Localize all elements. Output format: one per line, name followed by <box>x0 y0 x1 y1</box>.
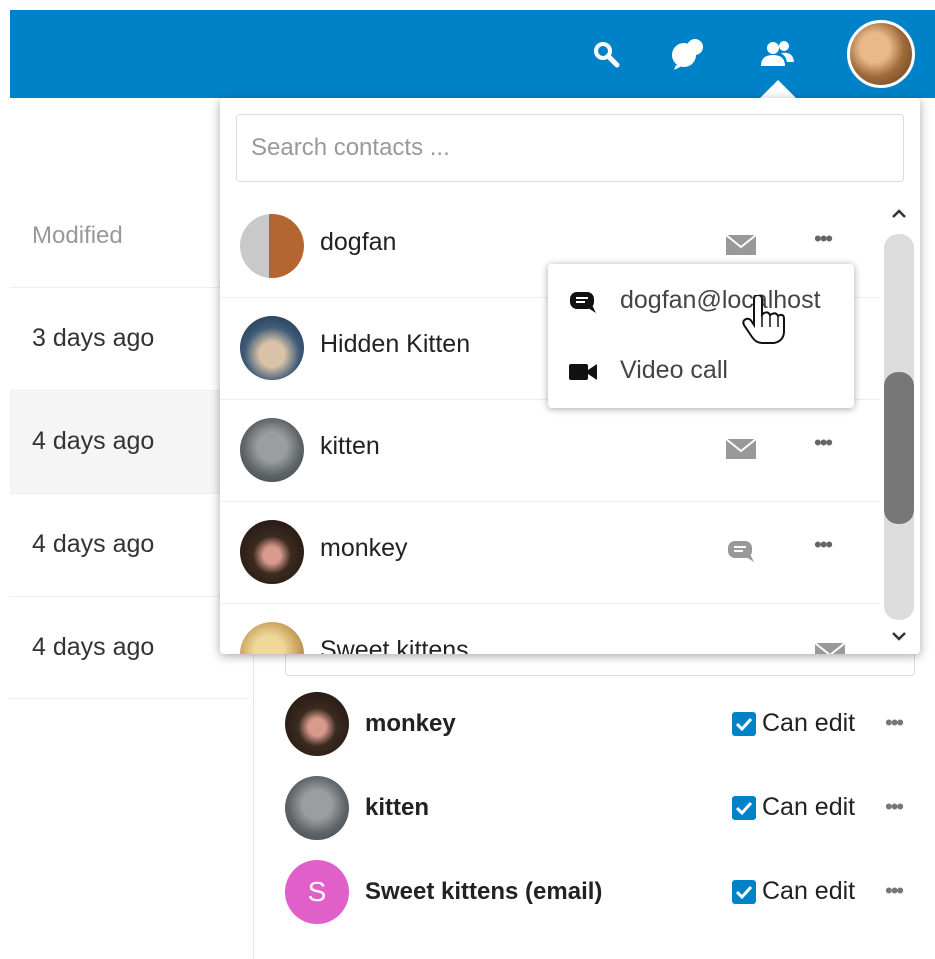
menu-item-label: Video call <box>620 356 728 384</box>
avatar <box>285 692 349 756</box>
sidebar-divider <box>253 655 254 959</box>
talk-icon[interactable] <box>725 538 757 564</box>
menu-item-video-call[interactable]: Video call <box>548 336 854 408</box>
share-entry: S Sweet kittens (email) Can edit ••• <box>285 860 925 924</box>
menu-item-label: dogfan@localhost <box>620 286 821 314</box>
can-edit-checkbox[interactable] <box>732 712 756 736</box>
search-icon[interactable] <box>588 36 624 72</box>
talk-icon[interactable] <box>670 36 706 72</box>
modified-date: 4 days ago <box>32 633 155 661</box>
scroll-up-icon[interactable] <box>886 202 912 226</box>
talk-icon <box>568 290 598 314</box>
share-name: monkey <box>365 710 456 737</box>
menu-arrow <box>814 250 842 264</box>
avatar <box>240 214 304 278</box>
share-entry: kitten Can edit ••• <box>285 776 925 840</box>
menu-item-talk[interactable]: dogfan@localhost <box>548 266 854 338</box>
column-header-modified[interactable]: Modified <box>32 222 123 250</box>
share-name: kitten <box>365 794 430 821</box>
modified-date: 4 days ago <box>32 427 155 455</box>
avatar <box>240 622 304 654</box>
contact-item-monkey[interactable]: monkey ••• <box>220 502 880 604</box>
hand-cursor-icon <box>742 293 788 352</box>
contact-action-menu: dogfan@localhost Video call <box>548 264 854 408</box>
file-row[interactable]: 4 days ago <box>10 493 250 596</box>
file-row[interactable]: 4 days ago <box>10 596 250 699</box>
search-contacts-input[interactable] <box>236 114 904 182</box>
video-icon <box>568 360 598 384</box>
can-edit-checkbox[interactable] <box>732 880 756 904</box>
contact-name: Sweet kittens <box>320 636 469 654</box>
share-entry: monkey Can edit ••• <box>285 692 925 756</box>
can-edit-checkbox[interactable] <box>732 796 756 820</box>
popup-arrow <box>760 80 796 98</box>
app-header <box>10 10 935 98</box>
more-options-icon[interactable]: ••• <box>814 532 833 558</box>
more-options-icon[interactable]: ••• <box>814 226 833 252</box>
avatar <box>285 776 349 840</box>
mail-icon[interactable] <box>725 232 757 258</box>
scroll-down-icon[interactable] <box>886 624 912 648</box>
mail-icon[interactable] <box>814 640 846 654</box>
mail-icon[interactable] <box>725 436 757 462</box>
contact-name: kitten <box>320 432 380 460</box>
file-row[interactable]: 4 days ago <box>10 390 250 493</box>
more-options-icon[interactable]: ••• <box>885 794 904 820</box>
permission-label[interactable]: Can edit <box>762 877 855 906</box>
share-name: Sweet kittens (email) <box>365 878 603 905</box>
avatar <box>240 520 304 584</box>
modified-date: 3 days ago <box>32 324 155 352</box>
user-avatar[interactable] <box>847 20 915 88</box>
avatar <box>240 316 304 380</box>
more-options-icon[interactable]: ••• <box>885 710 904 736</box>
contacts-icon[interactable] <box>760 36 796 72</box>
permission-label[interactable]: Can edit <box>762 709 855 738</box>
more-options-icon[interactable]: ••• <box>885 878 904 904</box>
contact-item-sweet-kittens[interactable]: Sweet kittens <box>220 604 880 654</box>
contact-name: dogfan <box>320 228 397 256</box>
more-options-icon[interactable]: ••• <box>814 430 833 456</box>
contact-name: Hidden Kitten <box>320 330 471 358</box>
avatar <box>240 418 304 482</box>
modified-date: 4 days ago <box>32 530 155 558</box>
file-row[interactable]: 3 days ago <box>10 287 250 390</box>
permission-label[interactable]: Can edit <box>762 793 855 822</box>
contact-item-kitten[interactable]: kitten ••• <box>220 400 880 502</box>
contact-name: monkey <box>320 534 408 562</box>
avatar: S <box>285 860 349 924</box>
scrollbar-thumb[interactable] <box>884 372 914 524</box>
